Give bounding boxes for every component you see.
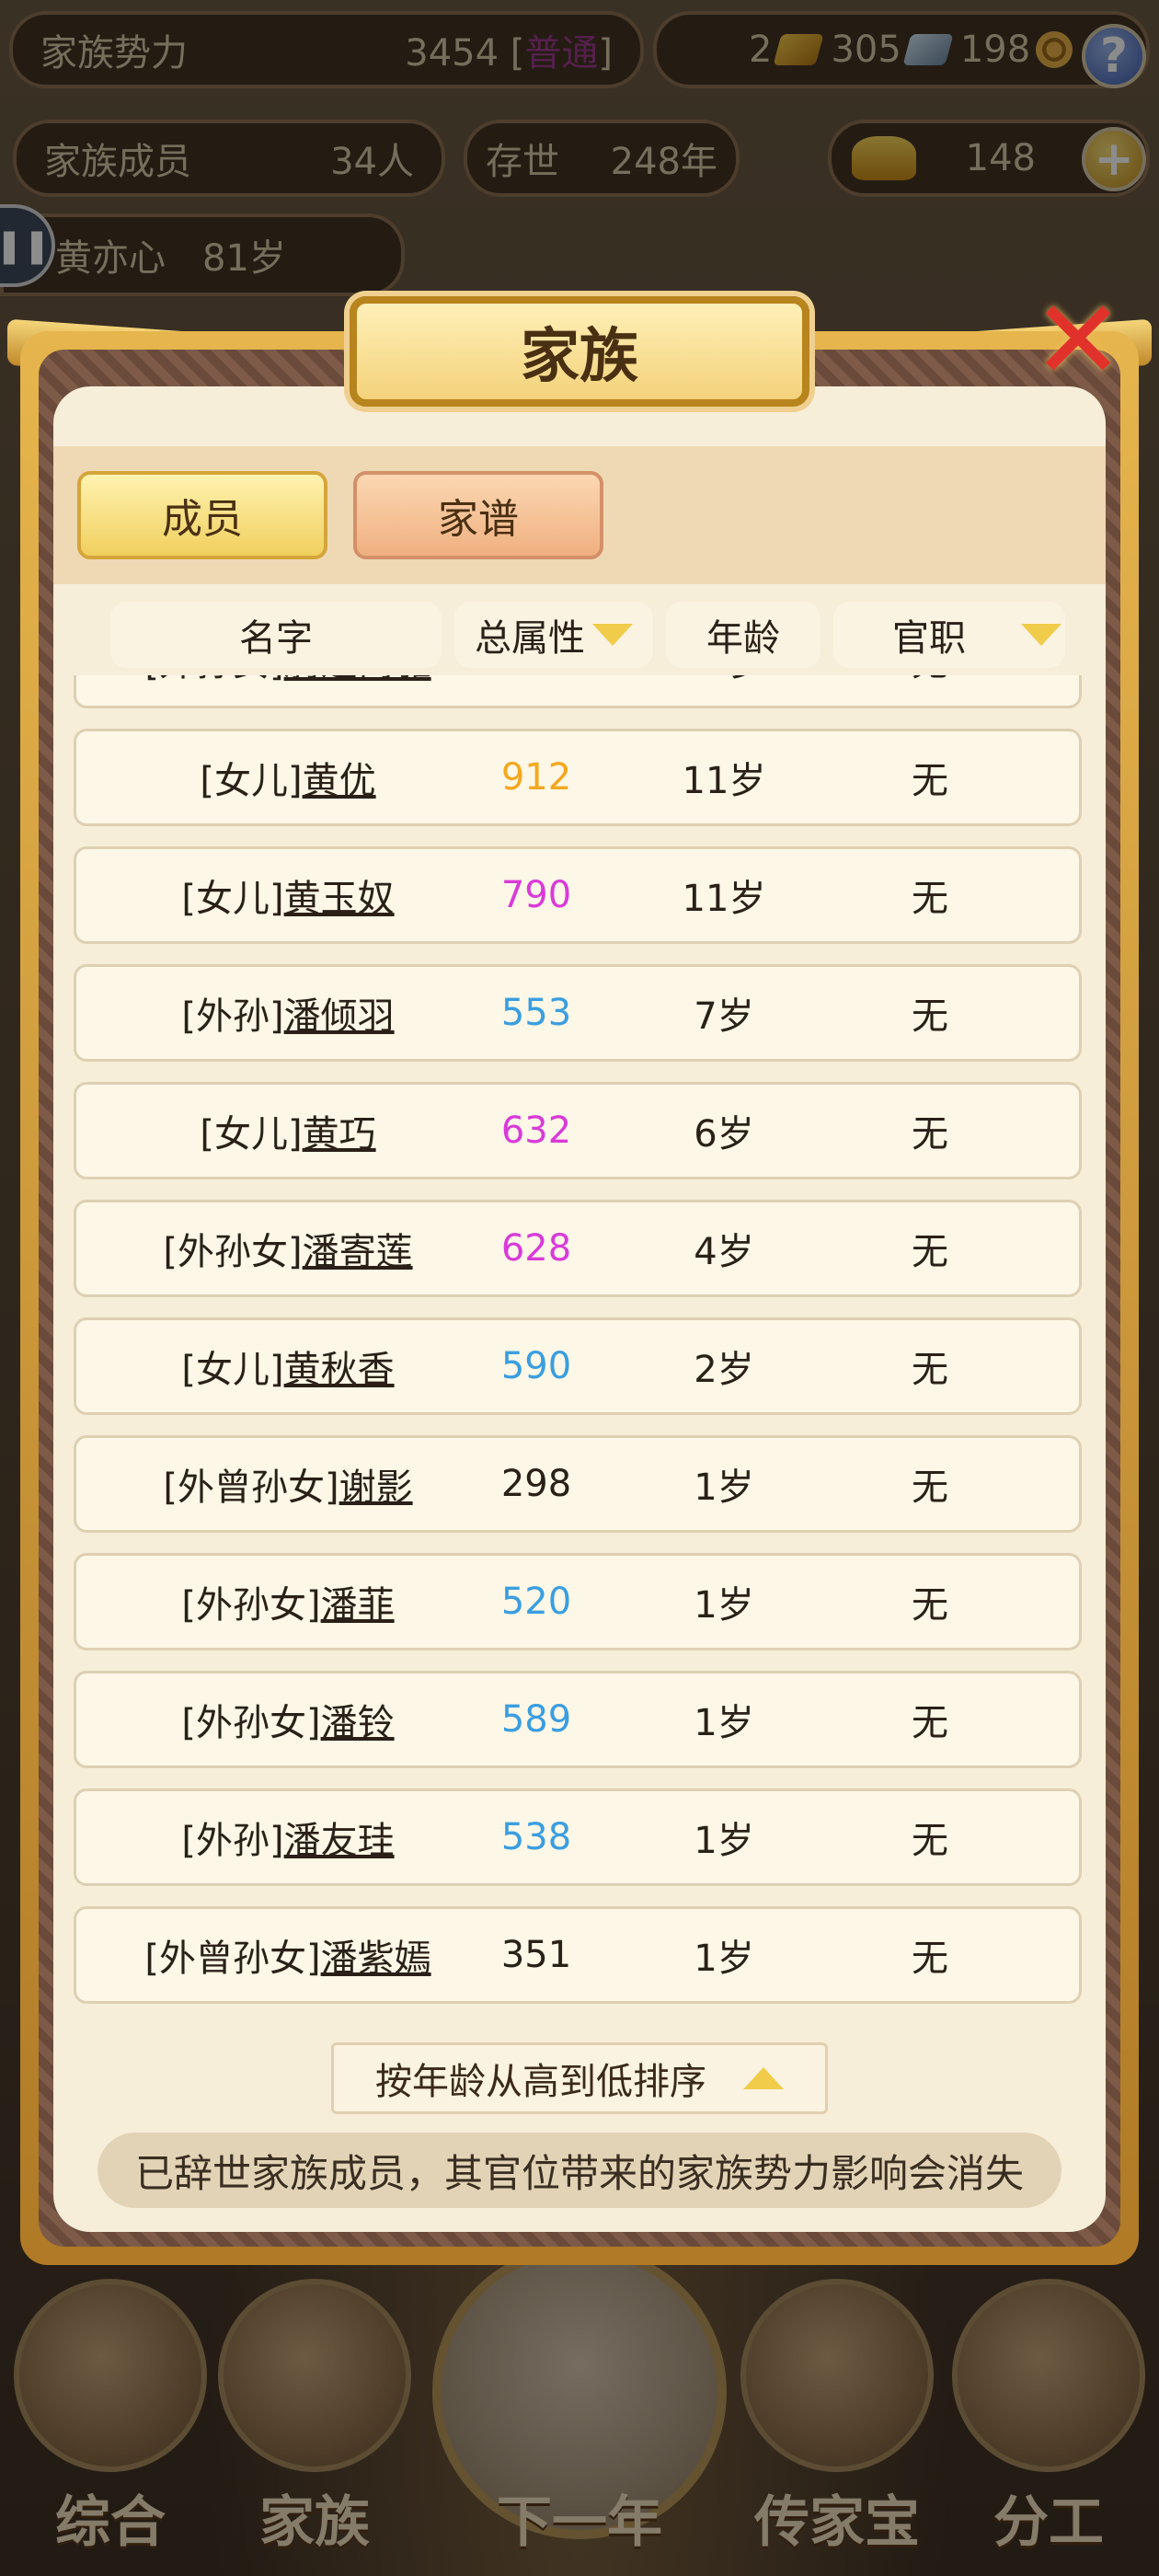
member-age: 7岁	[694, 995, 754, 1038]
member-name-link[interactable]: 潘寄莲	[303, 1222, 413, 1275]
member-age: 1岁	[694, 1702, 754, 1744]
member-name-link[interactable]: 黄巧	[303, 1104, 376, 1157]
table-row[interactable]: [外孙] 潘倾羽 553 7岁无	[74, 964, 1082, 1062]
member-age: 1岁	[694, 1584, 754, 1627]
member-relation: [外孙女]	[163, 1231, 303, 1273]
member-name-cell: [外曾孙女] 潘紫嫣	[76, 1909, 499, 2001]
member-relation: [外孙女]	[144, 675, 283, 686]
member-total-attr: 298	[500, 1463, 572, 1505]
column-header-age[interactable]: 年龄	[666, 602, 820, 668]
member-name-cell: [外孙] 潘友珪	[76, 1791, 499, 1883]
member-age: 11岁	[682, 878, 766, 920]
member-relation: [外孙]	[181, 1820, 284, 1862]
member-total-attr: 590	[500, 1345, 572, 1387]
sort-down-icon	[592, 624, 633, 646]
table-row[interactable]: [外曾孙女] 潘紫嫣 351 1岁无	[74, 1906, 1082, 2004]
member-age: 11岁	[682, 760, 766, 802]
member-name-cell: [女儿] 黄优	[76, 731, 499, 823]
member-age: 11岁	[632, 675, 816, 706]
member-post: 无	[912, 1584, 948, 1627]
member-age: 1岁	[694, 1820, 754, 1862]
member-age: 6岁	[694, 1113, 754, 1156]
member-relation: [外孙]	[181, 995, 284, 1038]
notice-text: 已辞世家族成员，其官位带来的家族势力影响会消失	[98, 2133, 1061, 2208]
member-name-link[interactable]: 谢影	[339, 1457, 413, 1511]
member-relation: [女儿]	[181, 1349, 284, 1391]
member-list[interactable]: [外孙女]尉迟芮雅62511岁无[女儿]黄优91211岁无[女儿]黄玉奴7901…	[53, 675, 1106, 2031]
member-name-link[interactable]: 潘友珪	[284, 1811, 395, 1864]
member-post: 无	[912, 1113, 948, 1156]
table-row[interactable]: [女儿] 黄巧 632 6岁无	[74, 1082, 1082, 1179]
member-post: 无	[912, 1231, 948, 1273]
table-row[interactable]: [外曾孙女] 谢影 298 1岁无	[74, 1435, 1082, 1533]
member-post: 无	[912, 1466, 948, 1509]
member-name-cell: [外孙女] 潘菲	[76, 1556, 499, 1648]
column-header-total-attr[interactable]: 总属性	[454, 602, 653, 668]
table-row[interactable]: [女儿] 黄秋香 590 2岁无	[74, 1317, 1082, 1415]
dialog-title: 家族	[350, 296, 809, 407]
tab-genealogy[interactable]: 家谱	[353, 471, 603, 559]
table-row[interactable]: [女儿] 黄优 912 11岁无	[74, 729, 1082, 826]
member-total-attr: 538	[500, 1816, 572, 1858]
member-total-attr: 625	[444, 675, 628, 706]
member-name-link[interactable]: 黄玉奴	[284, 868, 395, 922]
member-name-link[interactable]: 黄优	[303, 751, 376, 804]
member-total-attr: 628	[500, 1227, 572, 1270]
column-header-post[interactable]: 官职	[833, 602, 1065, 668]
member-name-link[interactable]: 潘紫嫣	[321, 1928, 431, 1982]
table-row[interactable]: [外孙女]尉迟芮雅62511岁无	[74, 675, 1082, 708]
table-row[interactable]: [外孙] 潘友珪 538 1岁无	[74, 1788, 1082, 1886]
table-row[interactable]: [女儿] 黄玉奴 790 11岁无	[74, 846, 1082, 944]
column-header-name[interactable]: 名字	[110, 602, 442, 668]
close-button[interactable]: ✕	[1023, 286, 1133, 401]
member-relation: [女儿]	[200, 760, 303, 802]
sort-down-icon	[1021, 624, 1061, 646]
member-name-cell: [外曾孙女] 谢影	[76, 1438, 499, 1530]
member-total-attr: 912	[500, 756, 572, 799]
member-relation: [外孙女]	[181, 1702, 321, 1744]
member-age: 4岁	[694, 1231, 754, 1273]
member-name-link[interactable]: 黄秋香	[284, 1340, 395, 1393]
member-post: 无	[912, 1938, 948, 1980]
close-x-icon: ✕	[1031, 277, 1125, 405]
table-row[interactable]: [外孙女] 潘菲 520 1岁无	[74, 1553, 1082, 1650]
table-row[interactable]: [外孙女] 潘寄莲 628 4岁无	[74, 1200, 1082, 1297]
member-age: 1岁	[694, 1466, 754, 1509]
member-name-link[interactable]: 尉迟芮雅	[284, 675, 431, 686]
member-name-cell: [外孙] 潘倾羽	[76, 967, 499, 1059]
member-name-cell: [外孙女]尉迟芮雅	[76, 675, 499, 706]
member-relation: [外孙女]	[181, 1584, 321, 1627]
table-row[interactable]: [外孙女] 潘铃 589 1岁无	[74, 1671, 1082, 1768]
member-total-attr: 351	[500, 1934, 572, 1976]
member-name-cell: [外孙女] 潘寄莲	[76, 1202, 499, 1294]
sort-by-age-button[interactable]: 按年龄从高到低排序	[331, 2042, 828, 2114]
member-name-link[interactable]: 潘铃	[321, 1693, 395, 1746]
member-post: 无	[912, 1702, 948, 1744]
member-total-attr: 553	[500, 992, 572, 1034]
member-post: 无	[912, 995, 948, 1038]
tab-members[interactable]: 成员	[77, 471, 327, 559]
member-age: 1岁	[694, 1938, 754, 1980]
member-post: 无	[912, 760, 948, 802]
member-relation: [外曾孙女]	[144, 1938, 321, 1980]
sort-up-icon	[743, 2067, 784, 2089]
member-name-cell: [女儿] 黄玉奴	[76, 849, 499, 941]
member-name-cell: [外孙女] 潘铃	[76, 1673, 499, 1765]
member-total-attr: 589	[500, 1698, 572, 1741]
member-post: 无	[912, 1349, 948, 1391]
member-post: 无	[912, 878, 948, 920]
member-name-link[interactable]: 潘菲	[321, 1575, 395, 1628]
member-age: 2岁	[694, 1349, 754, 1391]
member-total-attr: 520	[500, 1581, 572, 1623]
member-name-link[interactable]: 潘倾羽	[284, 986, 395, 1040]
member-relation: [外曾孙女]	[163, 1466, 339, 1509]
member-relation: [女儿]	[200, 1113, 303, 1156]
member-total-attr: 790	[500, 874, 572, 916]
member-post: 无	[838, 675, 1022, 706]
member-post: 无	[912, 1820, 948, 1862]
member-name-cell: [女儿] 黄巧	[76, 1085, 499, 1177]
member-relation: [女儿]	[181, 878, 284, 920]
member-name-cell: [女儿] 黄秋香	[76, 1320, 499, 1412]
member-total-attr: 632	[500, 1110, 572, 1152]
